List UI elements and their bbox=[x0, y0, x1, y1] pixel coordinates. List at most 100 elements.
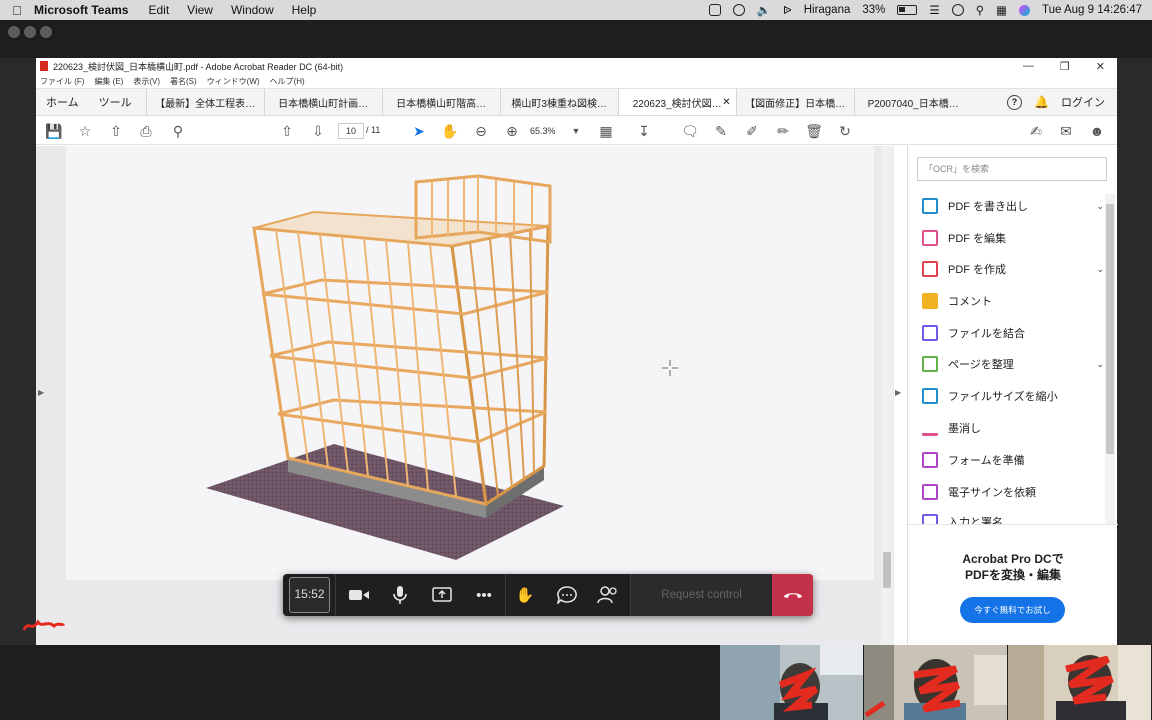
control-center-icon[interactable]: ▦ bbox=[996, 3, 1007, 17]
doc-tab[interactable]: 【最新】全体工程表… bbox=[145, 89, 264, 115]
menu-window-jp[interactable]: ウィンドウ(W) bbox=[207, 76, 260, 87]
scroll-mode-icon[interactable]: ↧ bbox=[634, 121, 654, 141]
user-icon[interactable] bbox=[951, 4, 964, 16]
tool-prepare-form[interactable]: フォームを準備 bbox=[922, 450, 1104, 470]
delete-icon[interactable]: 🗑 bbox=[804, 121, 824, 141]
scrollbar-thumb[interactable] bbox=[883, 552, 891, 588]
menu-view[interactable]: View bbox=[187, 3, 213, 17]
menu-app-name[interactable]: Microsoft Teams bbox=[34, 3, 128, 17]
siri-icon[interactable] bbox=[1019, 4, 1031, 16]
tool-edit-pdf[interactable]: PDF を編集 bbox=[922, 228, 1104, 248]
email-icon[interactable]: ✉ bbox=[1056, 121, 1076, 141]
bookmark-star-icon[interactable]: ☆ bbox=[75, 121, 95, 141]
tool-create-pdf[interactable]: PDF を作成 ⌄ bbox=[922, 259, 1104, 279]
request-control-button[interactable]: Request control bbox=[631, 574, 772, 616]
rotate-icon[interactable]: ↻ bbox=[835, 121, 855, 141]
spotlight-icon[interactable]: ⚲ bbox=[976, 3, 984, 17]
comment-icon[interactable]: 🗨 bbox=[680, 121, 700, 141]
menu-edit-jp[interactable]: 編集 (E) bbox=[94, 76, 123, 87]
participant-video[interactable] bbox=[720, 645, 863, 720]
apple-icon[interactable]:  bbox=[0, 3, 34, 18]
hand-tool-icon[interactable]: ✋ bbox=[440, 121, 460, 141]
chat-icon[interactable] bbox=[554, 582, 580, 608]
tool-export-pdf[interactable]: PDF を書き出し ⌄ bbox=[922, 196, 1104, 216]
close-tab-icon[interactable]: ✕ bbox=[722, 97, 730, 108]
document-viewport[interactable] bbox=[36, 146, 894, 645]
next-page-icon[interactable]: ⇩ bbox=[308, 121, 328, 141]
draw-icon[interactable]: ✐ bbox=[742, 121, 762, 141]
fit-page-icon[interactable]: ▦ bbox=[596, 121, 616, 141]
chevron-down-icon[interactable]: ⌄ bbox=[1096, 359, 1104, 370]
input-source[interactable]: Hiragana bbox=[804, 4, 851, 16]
restore-icon[interactable]: ❐ bbox=[1060, 60, 1070, 73]
doc-tab[interactable]: 日本橋横山町計画… bbox=[263, 89, 382, 115]
battery-icon[interactable] bbox=[897, 5, 918, 15]
tool-comment[interactable]: コメント bbox=[922, 291, 1104, 311]
camera-icon[interactable] bbox=[346, 582, 372, 608]
tool-combine-files[interactable]: ファイルを結合 bbox=[922, 323, 1104, 343]
doc-tab[interactable]: P2007040_日本橋… bbox=[853, 89, 972, 115]
close-window-button[interactable] bbox=[8, 26, 20, 38]
page-number-input[interactable]: 10 bbox=[338, 123, 364, 139]
clock[interactable]: Tue Aug 9 14:26:47 bbox=[1042, 4, 1142, 16]
tools-scrollbar-thumb[interactable] bbox=[1106, 204, 1114, 454]
print-icon[interactable]: ⎙ bbox=[136, 121, 156, 141]
edit-text-icon[interactable]: ✏ bbox=[773, 121, 793, 141]
upload-icon[interactable]: ⇧ bbox=[106, 121, 126, 141]
doc-tab-active[interactable]: 220623_検討伏図… ✕ bbox=[617, 89, 736, 115]
fill-sign-icon[interactable]: ✍ bbox=[1026, 121, 1046, 141]
participant-video[interactable] bbox=[864, 645, 1007, 720]
tool-redact[interactable]: 墨消し bbox=[922, 418, 1104, 438]
microphone-icon[interactable] bbox=[387, 582, 413, 608]
zoom-window-button[interactable] bbox=[40, 26, 52, 38]
zoom-dropdown-icon[interactable]: ▼ bbox=[566, 121, 586, 141]
doc-tab[interactable]: 【図面修正】日本橋… bbox=[735, 89, 854, 115]
tool-organize-pages[interactable]: ページを整理 ⌄ bbox=[922, 354, 1104, 374]
wifi-icon[interactable]: ☰ bbox=[929, 3, 939, 17]
prev-page-icon[interactable]: ⇧ bbox=[277, 121, 297, 141]
minimize-icon[interactable]: — bbox=[1023, 60, 1034, 73]
tool-request-esign[interactable]: 電子サインを依頼 bbox=[922, 482, 1104, 502]
doc-tab[interactable]: 日本橋横山町階高… bbox=[381, 89, 500, 115]
select-cursor-icon[interactable]: ➤ bbox=[409, 121, 429, 141]
menu-file[interactable]: ファイル (F) bbox=[40, 76, 84, 87]
collapse-left-pane-icon[interactable]: ▶ bbox=[38, 388, 44, 397]
menu-help-jp[interactable]: ヘルプ(H) bbox=[270, 76, 305, 87]
save-icon[interactable]: 💾 bbox=[44, 121, 64, 141]
doc-tab[interactable]: 横山町3棟重ね図検… bbox=[499, 89, 618, 115]
zoom-in-icon[interactable]: ⊕ bbox=[502, 121, 522, 141]
tools-scrollbar[interactable] bbox=[1105, 194, 1115, 524]
bluetooth-icon[interactable]: ᐉ bbox=[783, 3, 792, 17]
tool-compress[interactable]: ファイルサイズを縮小 bbox=[922, 386, 1104, 406]
share-user-icon[interactable]: ☻ bbox=[1087, 121, 1107, 141]
collapse-right-pane-icon[interactable]: ▶ bbox=[895, 388, 901, 397]
volume-icon[interactable]: 🔈 bbox=[757, 3, 771, 17]
tools-search-input[interactable]: 「OCR」を検索 bbox=[917, 157, 1107, 181]
share-screen-icon[interactable] bbox=[429, 582, 455, 608]
search-icon[interactable]: ⚲ bbox=[168, 121, 188, 141]
participant-video[interactable] bbox=[1008, 645, 1151, 720]
free-trial-button[interactable]: 今すぐ無料でお試し bbox=[960, 597, 1065, 623]
highlight-pen-icon[interactable]: ✎ bbox=[711, 121, 731, 141]
tab-home[interactable]: ホーム bbox=[36, 89, 89, 115]
menu-sign[interactable]: 署名(S) bbox=[170, 76, 197, 87]
help-icon[interactable]: ? bbox=[1007, 94, 1023, 110]
minimize-window-button[interactable] bbox=[24, 26, 36, 38]
zoom-out-icon[interactable]: ⊖ bbox=[471, 121, 491, 141]
menu-help[interactable]: Help bbox=[292, 3, 317, 17]
chevron-down-icon[interactable]: ⌄ bbox=[1096, 264, 1104, 275]
status-icon[interactable] bbox=[708, 4, 721, 16]
menu-view-jp[interactable]: 表示(V) bbox=[133, 76, 160, 87]
chevron-down-icon[interactable]: ⌄ bbox=[1096, 201, 1104, 212]
more-options-icon[interactable]: ••• bbox=[471, 582, 497, 608]
document-scrollbar[interactable] bbox=[881, 146, 893, 645]
raise-hand-icon[interactable]: ✋ bbox=[512, 582, 538, 608]
creative-cloud-icon[interactable] bbox=[732, 4, 745, 16]
bell-icon[interactable]: 🔔 bbox=[1034, 95, 1049, 109]
close-icon[interactable]: ✕ bbox=[1096, 60, 1105, 73]
login-link[interactable]: ログイン bbox=[1061, 94, 1105, 110]
hang-up-button[interactable] bbox=[772, 574, 813, 616]
tool-fill-sign[interactable]: 入力と署名 bbox=[922, 514, 1104, 524]
menu-window[interactable]: Window bbox=[231, 3, 274, 17]
participants-icon[interactable] bbox=[595, 582, 621, 608]
